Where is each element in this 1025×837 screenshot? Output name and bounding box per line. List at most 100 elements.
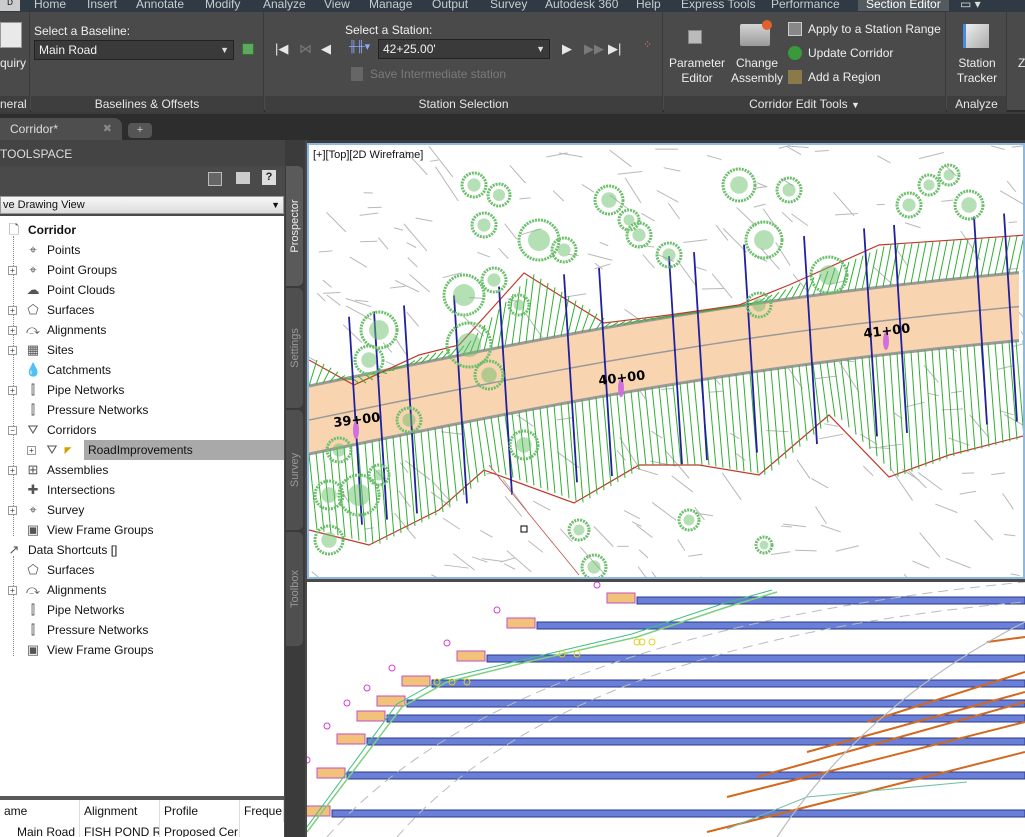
grid-cell-profile[interactable]: Proposed Cer (160, 822, 240, 837)
previous-region-icon[interactable]: ⋈ (299, 42, 312, 55)
expand-icon[interactable]: + (8, 386, 17, 395)
parameter-editor-button[interactable]: Parameter Editor (664, 12, 728, 92)
expand-icon[interactable]: + (8, 346, 17, 355)
tree-node-sites[interactable]: + ▦ Sites (0, 340, 284, 360)
curb-subassembly (456, 650, 486, 662)
ribbon-tab-home[interactable]: Home (34, 0, 66, 11)
slope-hatch (623, 392, 633, 474)
tree-node-corridor[interactable]: 🗋 Corridor (0, 220, 284, 240)
tree-node-view-frame-groups[interactable]: ▣ View Frame Groups (0, 640, 284, 660)
change-assembly-button[interactable]: Change Assembly (728, 12, 786, 92)
tree-node-assemblies[interactable]: + ⊞ Assemblies (0, 460, 284, 480)
collapse-icon[interactable]: − (8, 426, 17, 435)
apply-station-range-button[interactable]: Apply to a Station Range (786, 20, 946, 40)
tree-node-survey[interactable]: + ⌖ Survey (0, 500, 284, 520)
ribbon-tab-express-tools[interactable]: Express Tools (681, 0, 755, 11)
side-tab-toolbox[interactable]: Toolbox (285, 531, 304, 647)
tree-node-roadimprovements[interactable]: + ⛛ ◤ RoadImprovements (0, 440, 284, 460)
tree-node-points[interactable]: ⌖ Points (0, 240, 284, 260)
item-view-icon[interactable] (208, 172, 222, 186)
slope-hatch (644, 388, 654, 466)
side-tab-prospector[interactable]: Prospector (285, 165, 304, 287)
tree-node-surfaces[interactable]: ⬠ Surfaces (0, 560, 284, 580)
viewport-controls-label[interactable]: [+][Top][2D Wireframe] (313, 149, 423, 161)
new-tab-button[interactable]: + (128, 123, 152, 138)
ribbon-tab-autodesk-360[interactable]: Autodesk 360 (545, 0, 618, 11)
panel-title-corridor-edit[interactable]: Corridor Edit Tools ▼ (664, 96, 945, 112)
tree-node-data-shortcuts[interactable]: ↗ Data Shortcuts [] (0, 540, 284, 560)
ribbon-tab-output[interactable]: Output (432, 0, 468, 11)
pick-baseline-icon[interactable] (242, 43, 254, 55)
expand-icon[interactable]: + (27, 446, 36, 455)
expand-icon[interactable]: + (8, 506, 17, 515)
tree-node-pressure-networks[interactable]: ⫿ Pressure Networks (0, 620, 284, 640)
station-tracker-button[interactable]: Station Tracker (947, 12, 1007, 92)
select-station-from-drawing-icon[interactable]: ⁘ (643, 40, 652, 51)
close-icon[interactable]: ✖ (103, 118, 112, 140)
side-tab-survey[interactable]: Survey (285, 409, 304, 531)
grid-header-name[interactable]: ame (0, 800, 80, 822)
expand-icon[interactable]: + (8, 586, 17, 595)
grid-header-frequency[interactable]: Freque (240, 800, 284, 822)
previous-station-icon[interactable]: ◀ (321, 42, 331, 55)
help-icon[interactable]: ? (262, 170, 276, 185)
marker-point (648, 638, 656, 646)
contour-line (941, 199, 954, 202)
3d-viewport[interactable] (307, 582, 1025, 837)
grid-header-alignment[interactable]: Alignment (80, 800, 160, 822)
zoom-button[interactable]: Z (1018, 56, 1025, 71)
file-tab-corridor[interactable]: Corridor* ✖ (0, 118, 122, 140)
expand-icon[interactable]: + (8, 306, 17, 315)
tree-node-surfaces[interactable]: + ⬠ Surfaces (0, 300, 284, 320)
save-intermediate-station-button[interactable]: Save Intermediate station (370, 67, 506, 81)
update-corridor-button[interactable]: Update Corridor (786, 44, 946, 64)
ribbon-tab-performance[interactable]: Performance (771, 0, 840, 11)
next-station-icon[interactable]: ▶ (562, 42, 572, 55)
ribbon-tab-help[interactable]: Help (636, 0, 661, 11)
ribbon-tab-insert[interactable]: Insert (87, 0, 117, 11)
tree-symbol (332, 443, 346, 457)
last-station-icon[interactable]: ▶| (608, 42, 621, 55)
tree-node-pipe-networks[interactable]: + ⫿ Pipe Networks (0, 380, 284, 400)
ribbon-tab-manage[interactable]: Manage (369, 0, 412, 11)
tree-node-view-frame-groups[interactable]: ▣ View Frame Groups (0, 520, 284, 540)
tree-node-pipe-networks[interactable]: ⫿ Pipe Networks (0, 600, 284, 620)
contour-line (663, 167, 681, 172)
tree-node-alignments[interactable]: + ⤼ Alignments (0, 580, 284, 600)
baseline-combo[interactable]: Main Road ▼ (34, 40, 234, 60)
next-region-icon[interactable]: ▶▶ (584, 42, 604, 55)
expand-icon[interactable]: + (8, 466, 17, 475)
ribbon-tab-modify[interactable]: Modify (205, 0, 240, 11)
inquiry-button[interactable]: quiry (0, 56, 26, 71)
side-tab-settings[interactable]: Settings (285, 287, 304, 409)
grid-cell-alignment[interactable]: FISH POND R (80, 822, 160, 837)
list-view-icon[interactable] (236, 172, 250, 184)
ribbon-tab-analyze[interactable]: Analyze (263, 0, 306, 11)
ribbon-tab-annotate[interactable]: Annotate (136, 0, 184, 11)
tree-node-point-groups[interactable]: + ⌖ Point Groups (0, 260, 284, 280)
contour-line (766, 430, 789, 433)
application-menu-button[interactable]: D (0, 0, 20, 11)
first-station-icon[interactable]: |◀ (275, 42, 288, 55)
expand-icon[interactable]: + (8, 326, 17, 335)
plan-viewport[interactable]: [+][Top][2D Wireframe] 39+00 40+00 41+00 (307, 143, 1025, 579)
station-combo[interactable]: 42+25.00' ▼ (378, 39, 550, 59)
ribbon-tab-view[interactable]: View (324, 0, 350, 11)
grid-header-profile[interactable]: Profile (160, 800, 240, 822)
tree-node-pressure-networks[interactable]: ⫿ Pressure Networks (0, 400, 284, 420)
slope-hatch (819, 362, 829, 423)
expand-icon[interactable]: + (8, 266, 17, 275)
tree-node-point-clouds[interactable]: ☁ Point Clouds (0, 280, 284, 300)
tree-node-alignments[interactable]: + ⤼ Alignments (0, 320, 284, 340)
tree-node-catchments[interactable]: 💧 Catchments (0, 360, 284, 380)
view-dropdown[interactable]: ve Drawing View ▼ (0, 196, 284, 214)
contour-line (636, 524, 653, 539)
add-region-button[interactable]: Add a Region (786, 68, 946, 88)
grid-cell-name[interactable]: Main Road (0, 822, 80, 837)
ribbon-tab-survey[interactable]: Survey (490, 0, 527, 11)
station-increment-icon[interactable]: ╫╫▾ (349, 42, 370, 53)
minimize-ribbon-icon[interactable]: ▭ ▾ (960, 0, 981, 11)
tree-node-intersections[interactable]: ✚ Intersections (0, 480, 284, 500)
tree-node-corridors[interactable]: − ⛛ Corridors (0, 420, 284, 440)
ribbon-tab-section-editor[interactable]: Section Editor (858, 0, 949, 11)
